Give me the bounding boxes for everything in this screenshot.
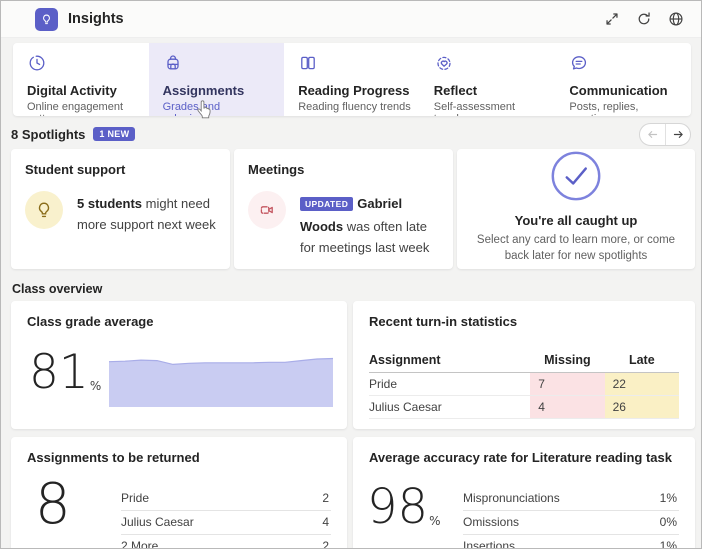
arrow-right-icon bbox=[673, 130, 683, 138]
return-count: 2 bbox=[322, 539, 329, 549]
next-spotlights-button[interactable] bbox=[665, 123, 690, 145]
refresh-icon[interactable] bbox=[635, 10, 653, 28]
error-type: Omissions bbox=[463, 515, 520, 529]
col-late: Late bbox=[604, 353, 679, 373]
spotlight-text: UPDATED Gabriel Woods was often late for … bbox=[300, 196, 430, 255]
class-grade-average-card[interactable]: Class grade average 81% bbox=[11, 301, 347, 429]
late-count: 26 bbox=[604, 395, 679, 419]
tab-sublabel: Self-assessment trends bbox=[433, 101, 516, 116]
tab-reading-progress[interactable]: Reading Progress Reading fluency trends bbox=[284, 43, 420, 116]
spotlight-card-student-support[interactable]: Student support 5 students might need mo… bbox=[11, 149, 230, 269]
return-count: 4 bbox=[322, 515, 329, 529]
assignment-name: Julius Caesar bbox=[121, 515, 194, 529]
tab-sublabel: Online engagement patterns bbox=[27, 101, 124, 116]
card-title: Recent turn-in statistics bbox=[369, 314, 518, 329]
tab-label: Assignments bbox=[162, 83, 245, 98]
prev-spotlights-button[interactable] bbox=[640, 124, 665, 145]
caught-up-subtitle: Select any card to learn more, or come b… bbox=[476, 234, 676, 262]
returns-list: Pride 2 Julius Caesar 4 2 More 2 bbox=[121, 487, 331, 549]
accuracy-value: 98% bbox=[367, 479, 441, 535]
card-title: Assignments to be returned bbox=[27, 450, 200, 465]
assignment-name: Julius Caesar bbox=[369, 395, 531, 419]
updated-badge: UPDATED bbox=[300, 197, 354, 211]
tab-reflect[interactable]: Reflect Self-assessment trends bbox=[420, 43, 556, 116]
tab-label: Reading Progress bbox=[298, 83, 410, 98]
globe-icon[interactable] bbox=[667, 10, 685, 28]
card-title: Class grade average bbox=[27, 314, 154, 329]
late-count: 22 bbox=[604, 372, 679, 396]
spotlights-title: 8 Spotlights bbox=[11, 126, 86, 142]
grade-average-value: 81% bbox=[29, 345, 102, 400]
tab-sublabel: Posts, replies, reactions bbox=[569, 101, 639, 116]
card-title: Meetings bbox=[248, 162, 305, 177]
header-actions bbox=[603, 10, 685, 28]
expand-icon[interactable] bbox=[603, 10, 621, 28]
caught-up-title: You're all caught up bbox=[514, 213, 638, 228]
insights-tabbar: Digital Activity Online engagement patte… bbox=[13, 43, 691, 116]
list-item[interactable]: Insertions 1% bbox=[463, 535, 679, 549]
tab-label: Communication bbox=[569, 83, 668, 98]
book-icon bbox=[301, 56, 316, 70]
error-type: Insertions bbox=[463, 539, 516, 549]
lightbulb-icon bbox=[43, 14, 50, 24]
error-rate: 1% bbox=[659, 539, 677, 549]
missing-count: 7 bbox=[530, 372, 605, 396]
assignment-name: Pride bbox=[369, 372, 531, 396]
tab-communication[interactable]: Communication Posts, replies, reactions bbox=[555, 43, 691, 116]
spotlight-text: 5 students might need more support next … bbox=[77, 196, 216, 232]
assignment-name: 2 More bbox=[121, 539, 159, 549]
grade-trend-chart bbox=[109, 357, 333, 407]
checkmark-circle-icon bbox=[551, 151, 601, 201]
assignment-name: Pride bbox=[121, 491, 150, 505]
list-item[interactable]: Julius Caesar 4 bbox=[121, 511, 331, 535]
return-count: 2 bbox=[322, 491, 329, 505]
spotlights-header: 8 Spotlights 1 NEW bbox=[11, 122, 691, 146]
error-rate: 1% bbox=[659, 491, 677, 505]
spotlight-card-caught-up[interactable]: You're all caught up Select any card to … bbox=[457, 149, 695, 269]
tab-assignments[interactable]: Assignments Grades and submissions bbox=[148, 43, 285, 116]
list-item[interactable]: Omissions 0% bbox=[463, 511, 679, 535]
missing-count: 4 bbox=[530, 395, 605, 419]
insights-window: Insights Digital Activity Online engagem… bbox=[0, 0, 702, 549]
tab-sublabel: Reading fluency trends bbox=[298, 101, 411, 113]
accuracy-list: Mispronunciations 1% Omissions 0% Insert… bbox=[463, 487, 679, 549]
tab-label: Digital Activity bbox=[27, 83, 117, 98]
turn-in-statistics-card[interactable]: Recent turn-in statistics Assignment Mis… bbox=[353, 301, 695, 429]
col-missing: Missing bbox=[530, 353, 605, 373]
video-camera-icon bbox=[248, 191, 286, 229]
list-item[interactable]: Mispronunciations 1% bbox=[463, 487, 679, 511]
spotlights-pager bbox=[639, 122, 691, 146]
accuracy-rate-card[interactable]: Average accuracy rate for Literature rea… bbox=[353, 437, 695, 549]
lightbulb-icon bbox=[25, 191, 63, 229]
table-row[interactable]: Pride 7 22 bbox=[369, 372, 679, 396]
table-row[interactable]: Julius Caesar 4 26 bbox=[369, 395, 679, 419]
class-overview-label: Class overview bbox=[12, 282, 103, 296]
app-header: Insights bbox=[1, 1, 701, 38]
assignments-to-return-card[interactable]: Assignments to be returned 8 Pride 2 Jul… bbox=[11, 437, 347, 549]
col-assignment: Assignment bbox=[369, 353, 531, 373]
table-header-row: Assignment Missing Late bbox=[369, 353, 679, 373]
turn-in-table: Assignment Missing Late Pride 7 22 Juliu… bbox=[369, 353, 679, 419]
tab-digital-activity[interactable]: Digital Activity Online engagement patte… bbox=[13, 43, 149, 116]
clock-icon bbox=[29, 55, 45, 71]
backpack-icon bbox=[166, 55, 179, 70]
page-title: Insights bbox=[68, 11, 124, 27]
heart-sparkle-icon bbox=[437, 56, 451, 71]
arrow-left-icon bbox=[648, 130, 658, 138]
card-title: Student support bbox=[25, 162, 126, 177]
error-type: Mispronunciations bbox=[463, 491, 560, 505]
card-title: Average accuracy rate for Literature rea… bbox=[369, 450, 672, 465]
list-item[interactable]: Pride 2 bbox=[121, 487, 331, 511]
tab-sublabel: Grades and submissions bbox=[162, 101, 224, 116]
tab-label: Reflect bbox=[433, 83, 478, 98]
list-item[interactable]: 2 More 2 bbox=[121, 535, 331, 549]
chat-icon bbox=[572, 56, 587, 70]
returns-total: 8 bbox=[35, 472, 71, 537]
error-rate: 0% bbox=[659, 515, 677, 529]
insights-app-icon bbox=[35, 7, 58, 31]
new-badge: 1 NEW bbox=[93, 127, 136, 141]
spotlight-card-meetings[interactable]: Meetings UPDATED Gabriel Woods was often … bbox=[234, 149, 453, 269]
spotlight-cards: Student support 5 students might need mo… bbox=[11, 149, 695, 269]
